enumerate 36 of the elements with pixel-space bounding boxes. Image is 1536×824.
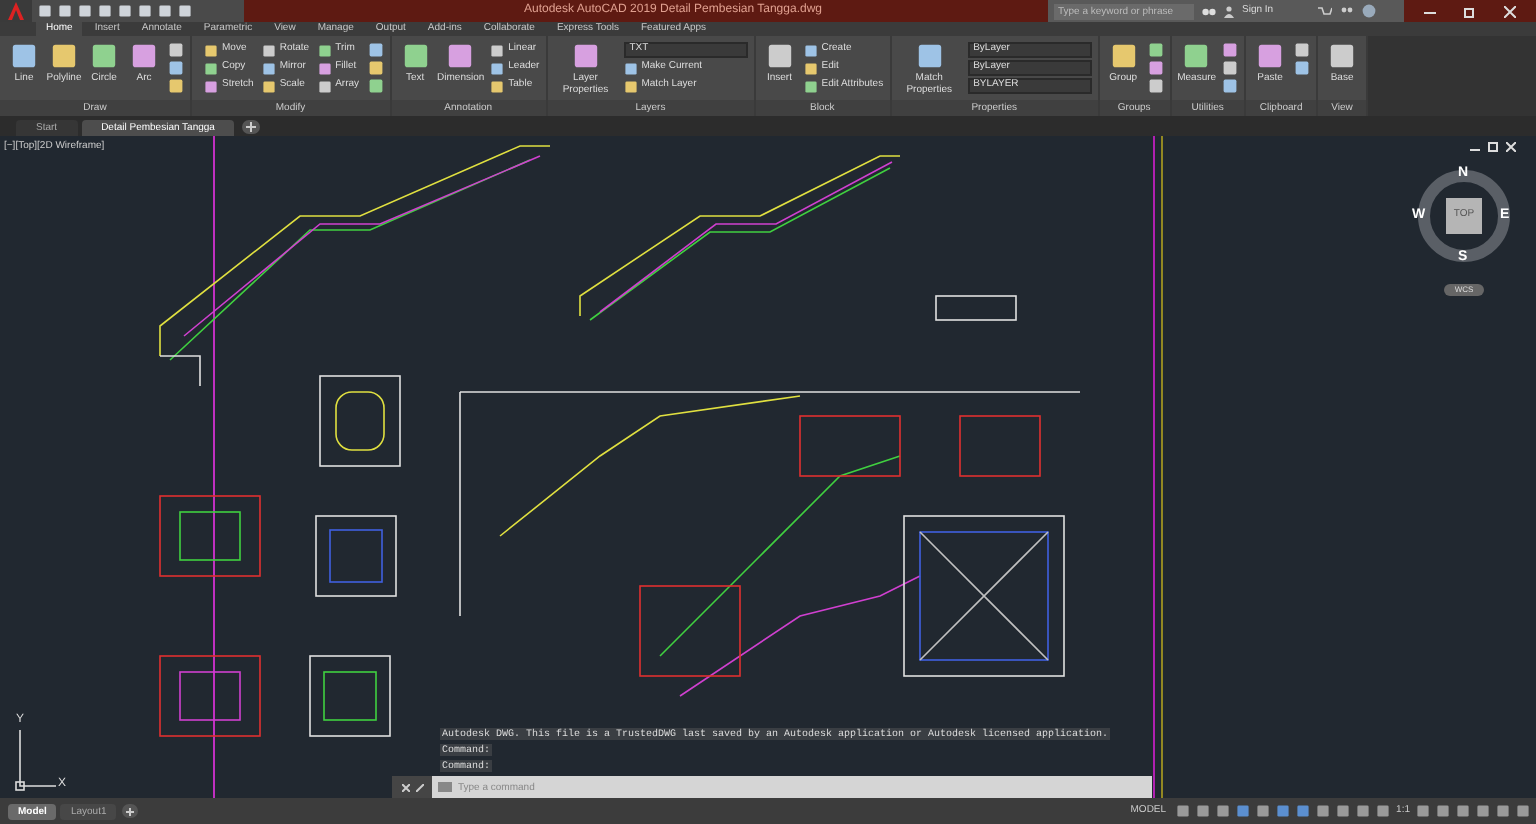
tool-icon bbox=[1328, 42, 1357, 70]
binoculars-icon[interactable] bbox=[1202, 6, 1216, 16]
tool-icon bbox=[90, 42, 118, 70]
tool-icon bbox=[571, 42, 600, 70]
beam-section-drawing bbox=[959, 415, 1041, 477]
tool-icon bbox=[765, 42, 794, 70]
ucs-axes-icon bbox=[15, 729, 57, 791]
tool-icon bbox=[915, 42, 944, 70]
restore-icon[interactable] bbox=[1464, 5, 1476, 17]
cart-icon[interactable] bbox=[1318, 5, 1332, 17]
user-icon bbox=[1224, 5, 1234, 17]
column-section-drawing bbox=[159, 655, 261, 737]
tool-icon bbox=[446, 42, 475, 70]
tool-icon bbox=[10, 42, 38, 70]
wrench-icon[interactable] bbox=[415, 783, 423, 791]
column-section-drawing bbox=[309, 655, 391, 737]
column-section-drawing bbox=[315, 515, 397, 597]
compass-ring-icon[interactable] bbox=[1414, 166, 1514, 266]
tool-icon bbox=[130, 42, 158, 70]
tool-icon bbox=[50, 42, 78, 70]
new-layout-button[interactable] bbox=[122, 804, 139, 818]
new-tab-button[interactable] bbox=[242, 119, 261, 133]
restore-icon[interactable] bbox=[1488, 142, 1498, 152]
people-icon[interactable] bbox=[1340, 5, 1354, 17]
tool-icon bbox=[1256, 42, 1285, 70]
tool-icon bbox=[1109, 42, 1138, 70]
tool-icon bbox=[401, 42, 430, 70]
close-icon[interactable] bbox=[1504, 5, 1516, 17]
step-detail-drawing bbox=[935, 295, 1017, 321]
help-icon[interactable] bbox=[1362, 4, 1376, 18]
column-section-drawing bbox=[319, 375, 401, 467]
close-icon[interactable] bbox=[401, 783, 409, 791]
column-section-drawing bbox=[159, 495, 261, 577]
beam-section-drawing bbox=[799, 415, 901, 477]
close-icon[interactable] bbox=[1506, 142, 1516, 152]
tool-icon bbox=[1182, 42, 1211, 70]
